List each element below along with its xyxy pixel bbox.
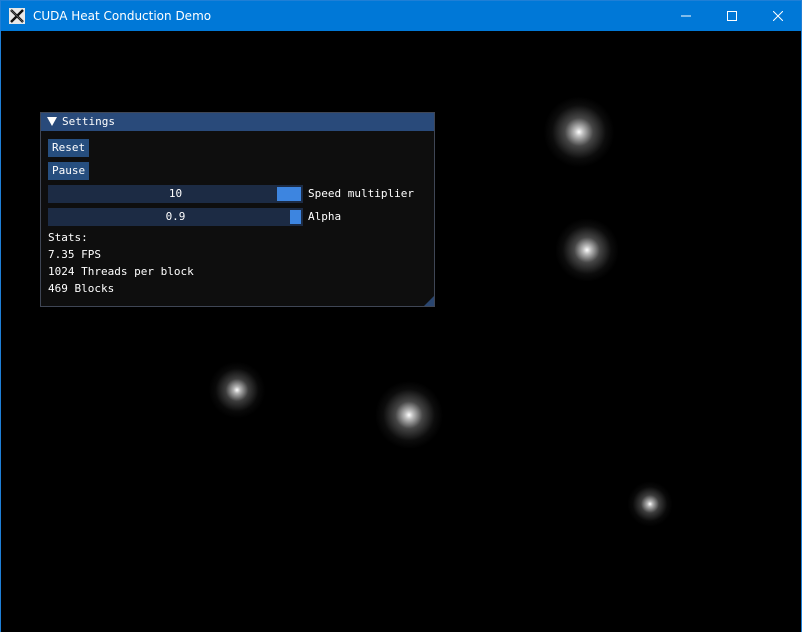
speed-multiplier-label: Speed multiplier [308,187,414,200]
heat-source [361,367,457,463]
pause-button[interactable]: Pause [48,162,90,180]
speed-multiplier-slider[interactable]: 10 [48,185,303,203]
alpha-value: 0.9 [165,210,186,223]
minimize-button[interactable] [663,1,709,31]
maximize-button[interactable] [709,1,755,31]
minimize-icon [681,15,691,17]
heat-simulation-canvas[interactable]: Settings Reset Pause 10 Speed multiplier… [1,31,801,632]
alpha-grab[interactable] [290,210,301,224]
title-bar[interactable]: CUDA Heat Conduction Demo [1,1,801,31]
blocks-readout: 469 Blocks [48,282,115,295]
heat-source [197,350,277,430]
heat-source [618,472,682,536]
x-logo-icon [9,8,25,24]
heat-source [542,205,632,295]
app-window: CUDA Heat Conduction Demo Settings Reset… [0,0,802,632]
settings-panel[interactable]: Settings Reset Pause 10 Speed multiplier… [40,112,435,307]
fps-readout: 7.35 FPS [48,248,101,261]
alpha-label: Alpha [308,210,342,223]
alpha-slider[interactable]: 0.9 [48,208,303,226]
settings-panel-header[interactable]: Settings [41,113,434,131]
settings-panel-title: Settings [62,115,115,128]
threads-readout: 1024 Threads per block [48,265,194,278]
speed-multiplier-grab[interactable] [277,187,301,201]
speed-multiplier-value: 10 [168,187,183,200]
reset-button[interactable]: Reset [48,139,90,157]
heat-source [529,82,629,182]
maximize-icon [727,11,737,21]
resize-grip-icon[interactable] [424,296,434,306]
stats-heading: Stats: [48,231,88,244]
window-title: CUDA Heat Conduction Demo [33,9,212,23]
close-icon [773,11,783,21]
close-button[interactable] [755,1,801,31]
collapse-arrow-icon[interactable] [47,117,57,126]
